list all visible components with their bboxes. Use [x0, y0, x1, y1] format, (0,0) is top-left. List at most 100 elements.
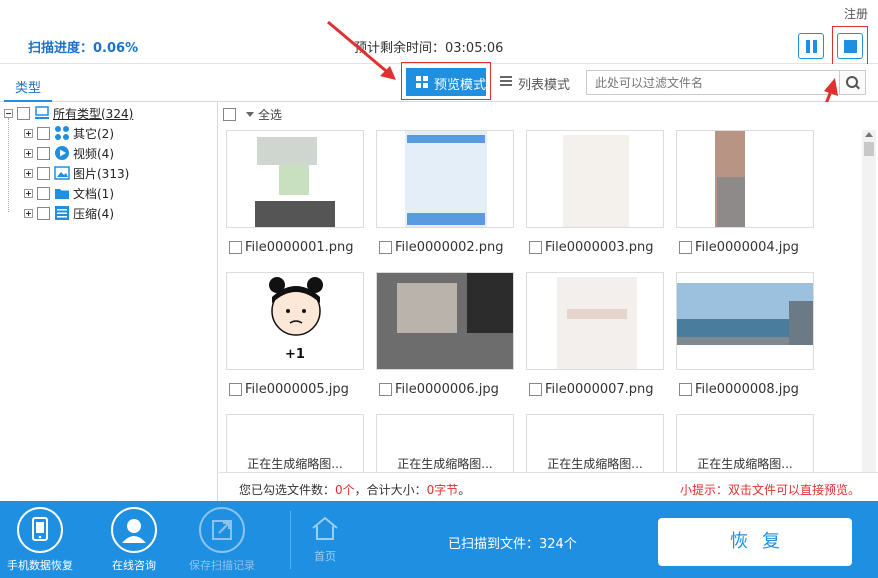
scroll-thumb[interactable]	[864, 142, 874, 156]
file-name-row[interactable]: File0000008.jpg	[679, 382, 799, 397]
select-all[interactable]: 全选	[223, 106, 282, 123]
select-all-checkbox[interactable]	[223, 108, 236, 121]
preview-highlight-box	[401, 62, 491, 100]
generating-text: 正在生成缩略图...	[397, 457, 493, 471]
scroll-up-icon[interactable]	[865, 132, 873, 137]
stop-highlight-box	[832, 26, 868, 68]
tree-item-image[interactable]: 图片(313)	[24, 164, 129, 182]
home-button[interactable]: 首页	[300, 515, 350, 564]
bottom-divider	[290, 511, 291, 569]
home-icon	[312, 516, 338, 540]
list-mode-label: 列表模式	[518, 78, 571, 93]
file-name-row[interactable]: File0000004.jpg	[679, 240, 799, 255]
apps-icon	[54, 125, 70, 141]
file-name-row[interactable]: File0000007.png	[529, 382, 654, 397]
file-checkbox[interactable]	[529, 241, 542, 254]
root-checkbox[interactable]	[17, 106, 30, 120]
file-name: File0000001.png	[245, 240, 354, 255]
file-checkbox[interactable]	[229, 241, 242, 254]
tree-item-archive[interactable]: 压缩(4)	[24, 204, 114, 222]
collapse-icon[interactable]	[4, 108, 13, 118]
tree-item-checkbox[interactable]	[37, 186, 50, 200]
preview-tip: 小提示：双击文件可以直接预览。	[679, 483, 860, 497]
phone-icon	[17, 507, 63, 553]
file-thumbnail[interactable]	[526, 272, 664, 370]
file-thumbnail[interactable]	[376, 130, 514, 228]
file-thumbnail[interactable]	[376, 272, 514, 370]
type-tree: 所有类型(324) 其它(2) 视频(4) 图片(313) 文档(1) 压缩(4…	[0, 102, 218, 501]
file-name: File0000006.jpg	[395, 382, 499, 397]
file-thumbnail-loading[interactable]: 正在生成缩略图...	[526, 414, 664, 474]
select-all-label: 全选	[258, 108, 283, 122]
expand-icon[interactable]	[24, 208, 33, 218]
tree-item-document[interactable]: 文档(1)	[24, 184, 114, 202]
file-thumbnail[interactable]	[676, 130, 814, 228]
list-mode-button[interactable]: 列表模式	[500, 74, 570, 93]
file-name-row[interactable]: File0000005.jpg	[229, 382, 349, 397]
phone-recover-button[interactable]: 手机数据恢复	[0, 507, 80, 573]
search-icon[interactable]	[840, 70, 866, 95]
size-prefix: ，合计大小：	[354, 483, 427, 497]
tree-item-other[interactable]: 其它(2)	[24, 124, 114, 142]
video-icon	[54, 145, 70, 161]
expand-icon[interactable]	[24, 148, 33, 158]
file-thumbnail[interactable]	[526, 130, 664, 228]
tree-item-checkbox[interactable]	[37, 146, 50, 160]
selection-status: 您已勾选文件数：0个，合计大小：0字节。 小提示：双击文件可以直接预览。	[219, 472, 878, 501]
file-name: File0000004.jpg	[695, 240, 799, 255]
tree-item-checkbox[interactable]	[37, 206, 50, 220]
file-grid: 全选 File0000001.png File0000002.png File0…	[219, 102, 878, 474]
generating-text: 正在生成缩略图...	[247, 457, 343, 471]
tree-item-video[interactable]: 视频(4)	[24, 144, 114, 162]
file-checkbox[interactable]	[679, 383, 692, 396]
tree-root[interactable]: 所有类型(324)	[4, 104, 133, 122]
tree-item-checkbox[interactable]	[37, 166, 50, 180]
file-name-row[interactable]: File0000003.png	[529, 240, 654, 255]
selected-count: 0个	[335, 483, 355, 497]
selected-prefix: 您已勾选文件数：	[239, 483, 336, 497]
file-thumbnail[interactable]	[676, 272, 814, 370]
top-status-bar: 注册 扫描进度：0.06% 预计剩余时间：03:05:06	[0, 0, 878, 68]
file-name: File0000007.png	[545, 382, 654, 397]
generating-text: 正在生成缩略图...	[697, 457, 793, 471]
expand-icon[interactable]	[24, 128, 33, 138]
view-toolbar: 类型 预览模式 列表模式	[0, 62, 878, 102]
file-checkbox[interactable]	[679, 241, 692, 254]
size-value: 0字节	[426, 483, 459, 497]
tree-root-label: 所有类型(324)	[53, 106, 134, 121]
restore-button[interactable]: 恢复	[658, 518, 852, 566]
file-checkbox[interactable]	[379, 241, 392, 254]
tree-item-label: 图片(313)	[73, 166, 130, 181]
save-record-button[interactable]: 保存扫描记录	[182, 507, 262, 573]
file-checkbox[interactable]	[229, 383, 242, 396]
file-thumbnail[interactable]: +1	[226, 272, 364, 370]
scan-progress: 扫描进度：0.06%	[28, 41, 139, 56]
folder-icon	[54, 185, 70, 201]
register-link[interactable]: 注册	[844, 5, 868, 22]
vertical-scrollbar[interactable]	[862, 130, 876, 472]
export-icon	[199, 507, 245, 553]
file-checkbox[interactable]	[379, 383, 392, 396]
remaining-time: 预计剩余时间：03:05:06	[354, 41, 504, 56]
list-icon	[500, 76, 512, 87]
filter-input[interactable]	[586, 70, 840, 95]
file-thumbnail[interactable]	[226, 130, 364, 228]
pause-button[interactable]	[798, 33, 824, 59]
file-thumbnail-loading[interactable]: 正在生成缩略图...	[376, 414, 514, 474]
tab-type[interactable]: 类型	[4, 72, 52, 102]
tree-item-checkbox[interactable]	[37, 126, 50, 140]
size-suffix: 。	[458, 483, 471, 497]
online-consult-button[interactable]: 在线咨询	[94, 507, 174, 573]
file-name-row[interactable]: File0000001.png	[229, 240, 354, 255]
file-checkbox[interactable]	[529, 383, 542, 396]
file-name-row[interactable]: File0000006.jpg	[379, 382, 499, 397]
caret-down-icon[interactable]	[246, 112, 254, 117]
expand-icon[interactable]	[24, 168, 33, 178]
save-record-label: 保存扫描记录	[189, 559, 255, 572]
file-thumbnail-loading[interactable]: 正在生成缩略图...	[226, 414, 364, 474]
file-name: File0000003.png	[545, 240, 654, 255]
tree-item-label: 文档(1)	[73, 186, 114, 201]
file-name-row[interactable]: File0000002.png	[379, 240, 504, 255]
expand-icon[interactable]	[24, 188, 33, 198]
file-thumbnail-loading[interactable]: 正在生成缩略图...	[676, 414, 814, 474]
